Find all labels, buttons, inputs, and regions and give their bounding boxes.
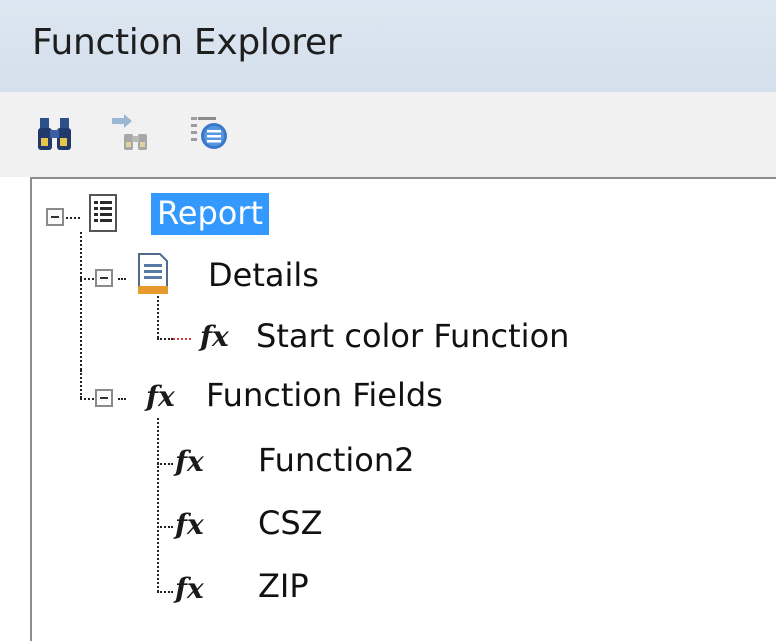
tree-node-function-fields[interactable]: Function Fields <box>206 379 443 411</box>
details-section-icon <box>138 253 168 294</box>
tree-connector <box>157 296 159 338</box>
title-bar: Function Explorer <box>0 0 776 92</box>
fx-icon: fx <box>146 380 175 413</box>
report-document-icon <box>89 194 117 232</box>
properties-button[interactable] <box>188 112 232 156</box>
tree-connector <box>66 217 80 219</box>
find-button[interactable] <box>36 112 80 156</box>
tree-node-zip[interactable]: ZIP <box>258 570 309 602</box>
properties-list-icon <box>191 117 227 149</box>
fx-icon: fx <box>175 508 204 541</box>
function-explorer-panel: Function Explorer Report Details fx Star… <box>0 0 776 641</box>
tree-connector <box>157 418 159 592</box>
fx-icon: fx <box>200 320 229 353</box>
find-next-icon <box>112 114 147 150</box>
tree-connector <box>173 338 191 340</box>
tree-node-csz[interactable]: CSZ <box>258 507 323 539</box>
tree-node-report[interactable]: Report <box>151 193 270 235</box>
tree-connector <box>80 370 82 398</box>
binoculars-find-icon <box>38 118 71 150</box>
tree-connector <box>80 398 94 400</box>
find-next-button[interactable] <box>110 112 154 156</box>
tree-node-details[interactable]: Details <box>208 259 319 291</box>
tree-connector <box>80 232 82 370</box>
panel-title: Function Explorer <box>32 22 342 63</box>
collapse-toggle-function-fields[interactable] <box>95 389 113 407</box>
tree-connector <box>118 398 126 400</box>
tree-node-start-color-function[interactable]: Start color Function <box>256 320 569 352</box>
tree-connector <box>80 278 94 280</box>
fx-icon: fx <box>175 445 204 478</box>
fx-icon: fx <box>175 572 204 605</box>
tree-connector <box>157 591 173 593</box>
collapse-toggle-details[interactable] <box>95 269 113 287</box>
tree-node-function2[interactable]: Function2 <box>258 444 414 476</box>
tree-connector <box>157 338 173 340</box>
tree-connector <box>157 463 173 465</box>
tree-connector <box>157 526 173 528</box>
collapse-toggle-report[interactable] <box>46 208 64 226</box>
tree-connector <box>118 278 126 280</box>
